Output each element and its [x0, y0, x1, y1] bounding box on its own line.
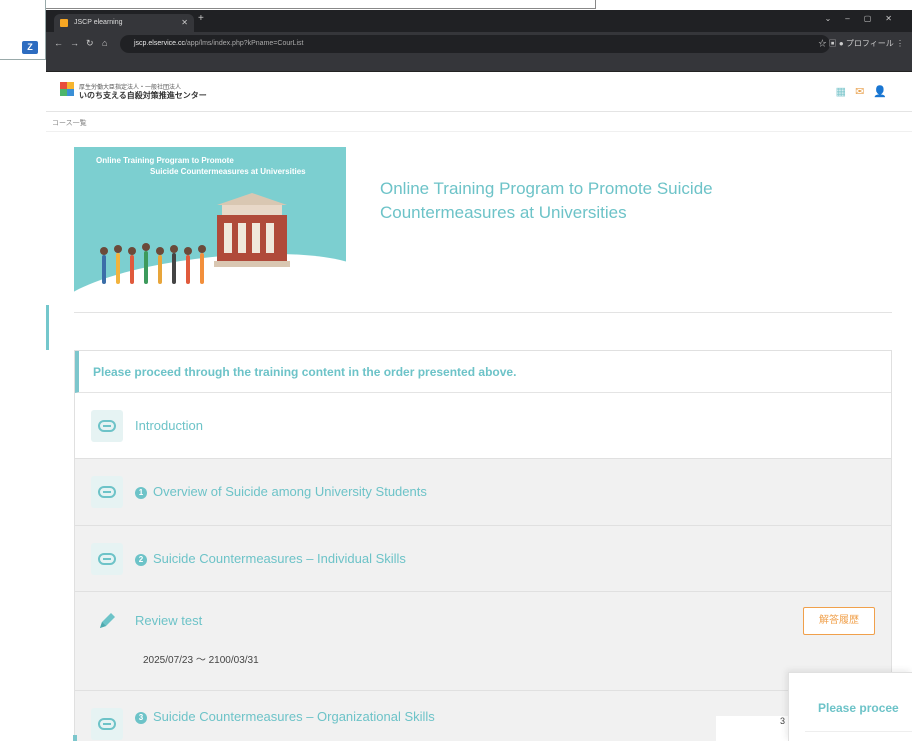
- message-icon[interactable]: ✉: [855, 86, 873, 98]
- close-tab-icon[interactable]: ✕: [181, 14, 188, 32]
- course-title: Online Training Program to Promote Suici…: [380, 179, 713, 222]
- overlap-mask: [716, 716, 788, 741]
- answer-history-button[interactable]: 解答履歴: [803, 607, 875, 635]
- desktop-divider-vertical: [595, 0, 596, 9]
- header-icons: ▦✉👤: [836, 85, 896, 98]
- window-controls[interactable]: ⌄–▢✕: [825, 14, 906, 23]
- item-label[interactable]: Review test: [135, 613, 202, 628]
- org-name: いのち支える自殺対策推進センター: [79, 91, 207, 100]
- item-label[interactable]: 1 Overview of Suicide among University St…: [135, 484, 427, 499]
- menu-grid-icon[interactable]: ▦: [836, 86, 855, 98]
- favicon-icon: [60, 19, 68, 27]
- overlay-divider: [805, 731, 912, 732]
- item-number: 2: [135, 554, 147, 566]
- link-icon: [91, 410, 123, 442]
- back-icon[interactable]: ←: [54, 38, 63, 48]
- browser-tab[interactable]: JSCP elearning ✕: [54, 14, 194, 32]
- item-label-text: Introduction: [135, 418, 203, 433]
- home-icon[interactable]: ⌂: [102, 38, 107, 48]
- accent-strip: [73, 735, 77, 741]
- user-icon[interactable]: 👤: [873, 86, 896, 98]
- browser-window: JSCP elearning ✕ + ⌄–▢✕ ← → ↻ ⌂ jscp.els…: [46, 10, 912, 741]
- item-label-text: Review test: [135, 613, 203, 628]
- url-path: /app/lms/index.php?kPname=CourList: [184, 40, 304, 47]
- item-number: 3: [135, 712, 147, 724]
- course-banner-image: Online Training Program to Promote Suici…: [74, 147, 346, 295]
- item-label-text: Suicide Countermeasures – Organizational…: [153, 709, 435, 724]
- list-item-overview[interactable]: 1 Overview of Suicide among University St…: [75, 459, 891, 526]
- item-label-text: Suicide Countermeasures – Individual Ski…: [153, 551, 406, 566]
- reload-icon[interactable]: ↻: [86, 38, 94, 49]
- test-period: 2025/07/23 ～ 2100/03/31: [143, 655, 259, 666]
- url-host: jscp.elservice.cc: [134, 40, 185, 47]
- profile-label: プロフィール: [845, 39, 894, 48]
- browser-toolbar: ← → ↻ ⌂ jscp.elservice.cc/app/lms/index.…: [46, 32, 912, 56]
- forward-icon[interactable]: →: [70, 38, 79, 48]
- address-bar[interactable]: jscp.elservice.cc/app/lms/index.php?kPna…: [120, 35, 830, 53]
- overlay-notice: Please procee: [818, 701, 899, 715]
- tab-title: JSCP elearning: [74, 19, 123, 26]
- breadcrumb[interactable]: コース一覧: [46, 112, 912, 132]
- site-header: 厚生労働大臣指定法人・一般社団法人 いのち支える自殺対策推進センター ▦✉👤: [46, 72, 912, 112]
- order-notice: Please proceed through the training cont…: [75, 351, 891, 393]
- overlapping-window: Please procee: [788, 672, 912, 741]
- list-item-individual-skills[interactable]: 2 Suicide Countermeasures – Individual Sk…: [75, 526, 891, 592]
- item-label[interactable]: Introduction: [135, 418, 203, 433]
- banner-illustration: [100, 193, 290, 284]
- bookmarks-bar: [46, 56, 912, 72]
- link-icon: [91, 476, 123, 508]
- link-icon: [91, 708, 123, 740]
- list-item-introduction[interactable]: Introduction: [75, 393, 891, 459]
- course-content-list: Please proceed through the training cont…: [74, 350, 892, 741]
- site-logo[interactable]: [60, 82, 74, 96]
- left-accent-bar: [46, 305, 49, 350]
- link-icon: [91, 543, 123, 575]
- profile-button[interactable]: ☆ ▣ ● プロフィール ⋮: [818, 38, 904, 49]
- overlay-fragment-text: 3: [780, 716, 786, 726]
- tab-bar: JSCP elearning ✕ + ⌄–▢✕: [46, 10, 912, 32]
- item-label[interactable]: 3 Suicide Countermeasures – Organizationa…: [135, 709, 435, 724]
- list-item-review-test[interactable]: Review test 2025/07/23 ～ 2100/03/31 解答履歴: [75, 592, 891, 691]
- new-tab-icon[interactable]: +: [198, 13, 204, 24]
- zoom-taskbar-icon[interactable]: Z: [22, 41, 38, 54]
- item-label[interactable]: 2 Suicide Countermeasures – Individual Sk…: [135, 551, 406, 566]
- pencil-icon: [91, 605, 123, 637]
- item-number: 1: [135, 487, 147, 499]
- item-label-text: Overview of Suicide among University Stu…: [153, 484, 427, 499]
- section-divider: [74, 312, 892, 313]
- desktop-divider: [46, 8, 596, 9]
